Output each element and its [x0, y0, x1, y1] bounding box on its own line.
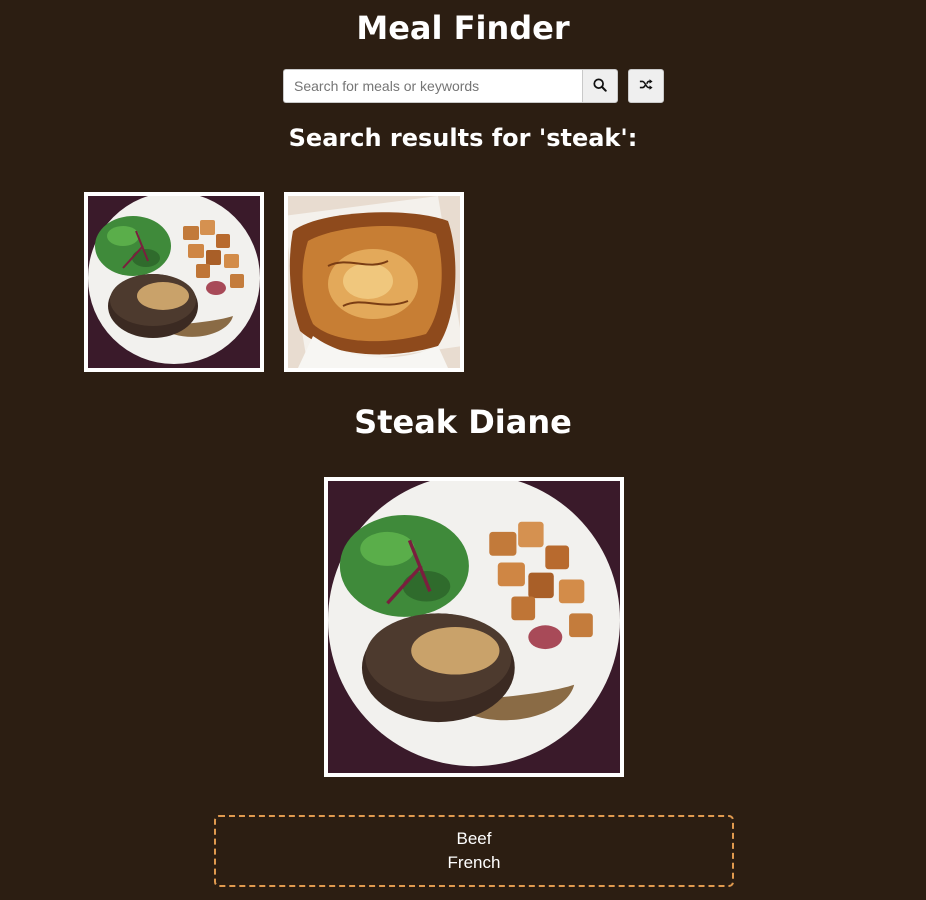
meal-result-steak-pie[interactable] [284, 192, 464, 372]
meal-category: Beef [456, 829, 492, 848]
search-form [283, 69, 618, 103]
steak-diane-photo [328, 481, 620, 773]
steak-diane-photo [88, 196, 260, 368]
meal-info-box: Beef French [214, 815, 734, 887]
steak-pie-photo [288, 196, 460, 368]
meal-result-steak-diane[interactable] [84, 192, 264, 372]
random-meal-button[interactable] [628, 69, 664, 103]
search-icon [593, 77, 607, 95]
shuffle-icon [639, 78, 653, 94]
meal-finder-app: Meal Finder Search for meals or keywords… [0, 0, 926, 900]
meal-image [324, 477, 624, 777]
search-bar [283, 69, 664, 103]
search-button[interactable] [582, 69, 618, 103]
results-heading: Search results for 'steak': [288, 124, 638, 152]
app-title: Meal Finder [356, 9, 570, 47]
meal-area: French [447, 853, 501, 872]
search-input[interactable] [283, 69, 582, 103]
search-results [84, 192, 484, 372]
meal-title: Steak Diane [354, 403, 572, 441]
